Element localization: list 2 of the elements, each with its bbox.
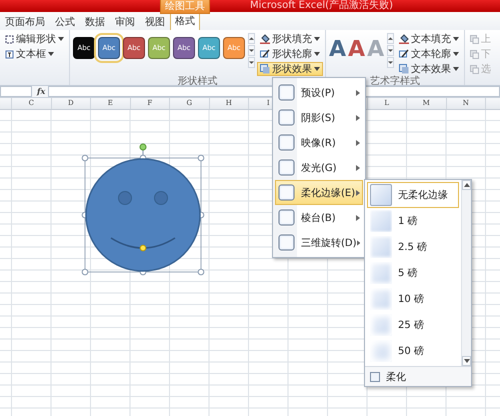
context-tab-label: 绘图工具 (160, 0, 210, 14)
group-label: 艺术字样式 (369, 76, 422, 85)
